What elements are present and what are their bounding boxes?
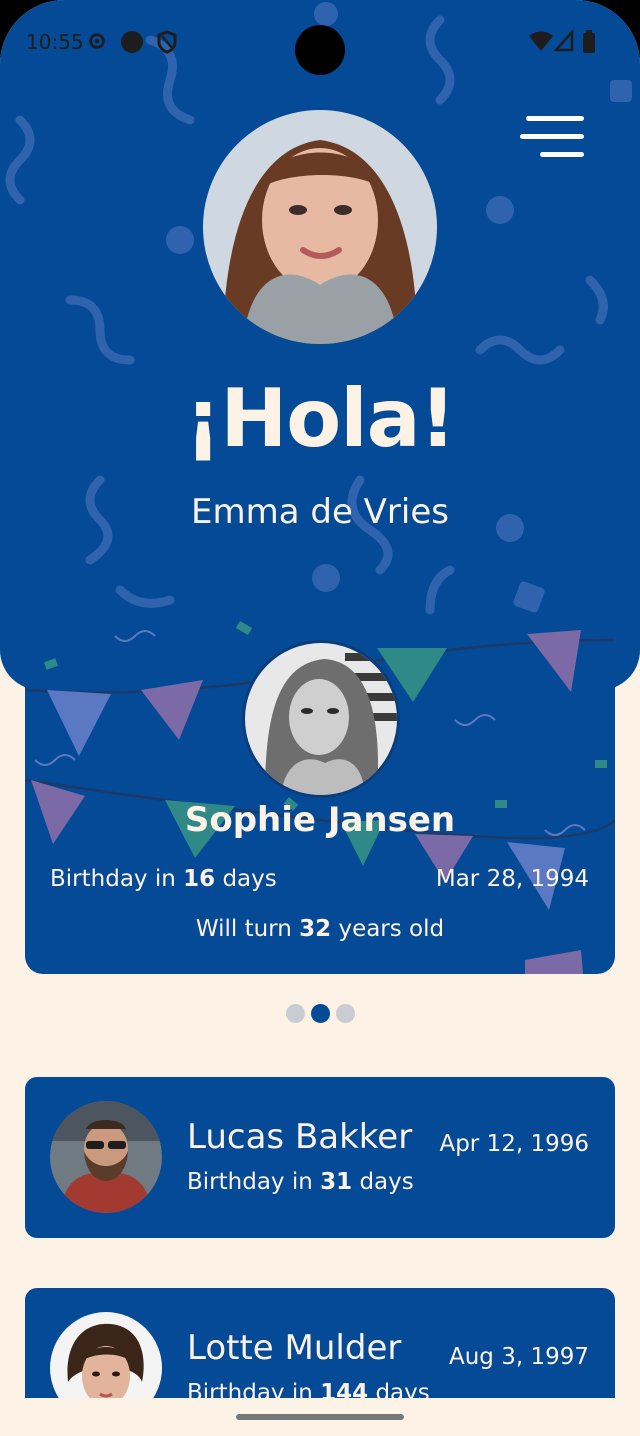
contact-date: Apr 12, 1996 [439,1131,589,1157]
navigation-bar [0,1398,640,1436]
carousel-dot[interactable] [335,1004,355,1023]
contact-countdown: Birthday in 31 days [187,1169,414,1195]
menu-icon-line [526,116,584,121]
user-name: Emma de Vries [191,492,449,532]
menu-button[interactable] [520,110,590,164]
featured-name: Sophie Jansen [184,800,456,840]
contact-avatar [50,1101,162,1213]
app-screen: 10:55 ¡Hola! Emma de Vries Sophie Jansen… [0,0,640,1436]
gesture-handle[interactable] [236,1414,404,1420]
carousel-dot[interactable] [285,1004,305,1023]
featured-avatar [242,640,400,798]
contact-name: Lotte Mulder [187,1328,402,1368]
camera-cutout [295,25,345,75]
wifi-icon [529,31,553,51]
contact-date: Aug 3, 1997 [448,1344,589,1370]
signal-icon [554,30,574,52]
featured-birthday-card[interactable]: Sophie Jansen Birthday in 16 days Mar 28… [25,620,615,974]
birthday-list-item[interactable]: Lucas Bakker Birthday in 31 days Apr 12,… [25,1077,615,1238]
greeting-title: ¡Hola! [184,372,456,465]
menu-icon-line [540,152,584,157]
confetti-decoration [5,2,632,615]
featured-countdown: Birthday in 16 days [50,866,277,892]
featured-date: Mar 28, 1994 [435,866,589,892]
user-avatar[interactable] [203,110,437,344]
carousel-indicator [0,1004,640,1027]
battery-icon [583,30,595,53]
circle-icon [121,31,143,53]
settings-icon [89,33,105,49]
featured-age: Will turn 32 years old [195,916,445,942]
carousel-dot-active[interactable] [310,1004,330,1023]
contact-name: Lucas Bakker [187,1117,413,1157]
header-banner [0,0,640,690]
menu-icon-line [520,134,584,139]
shield-icon [157,30,177,54]
status-time: 10:55 [26,30,84,54]
